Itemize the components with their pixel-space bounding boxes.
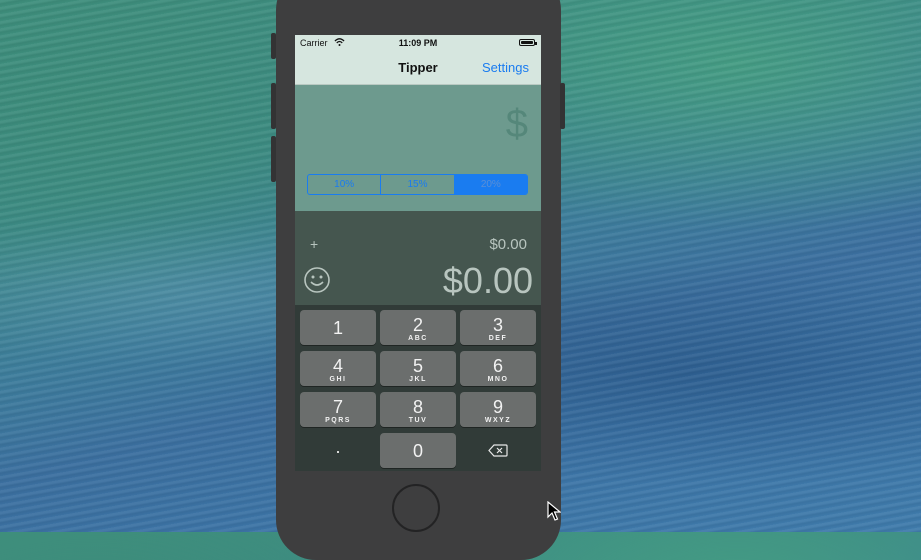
backspace-button[interactable] [460, 433, 536, 468]
key-0[interactable]: 0 [380, 433, 456, 468]
key-number: 2 [412, 315, 423, 335]
key-number: 5 [412, 356, 423, 376]
key-letters: TUV [408, 417, 428, 424]
results-area: + $0.00 $0.00 [295, 211, 541, 305]
mute-switch [271, 33, 276, 59]
volume-up-button [271, 83, 276, 129]
key-number: 9 [492, 397, 503, 417]
key-6[interactable]: 6 MNO [460, 351, 536, 386]
key-number: 4 [332, 356, 343, 376]
bill-amount-field[interactable]: $ [506, 102, 528, 147]
key-letters: PQRS [325, 417, 351, 424]
tip-amount: $0.00 [489, 236, 527, 253]
key-number: 7 [332, 397, 343, 417]
key-letters: GHI [329, 376, 347, 383]
key-letters: WXYZ [484, 417, 512, 424]
tip-option-15[interactable]: 15% [381, 175, 455, 194]
home-button[interactable] [392, 484, 440, 532]
status-bar: Carrier 11:09 PM [295, 35, 541, 51]
key-letters: DEF [488, 335, 508, 342]
key-letters: MNO [487, 376, 509, 383]
status-time: 11:09 PM [398, 38, 438, 48]
key-decimal[interactable]: . [300, 433, 376, 468]
key-9[interactable]: 9 WXYZ [460, 392, 536, 427]
plus-sign: + [310, 236, 319, 252]
key-number: 8 [412, 397, 423, 417]
key-number: 3 [492, 315, 503, 335]
tip-percentage-control: 10% 15% 20% [307, 174, 528, 195]
settings-button[interactable]: Settings [482, 60, 529, 75]
key-number: 6 [492, 356, 503, 376]
volume-down-button [271, 136, 276, 182]
key-3[interactable]: 3 DEF [460, 310, 536, 345]
key-7[interactable]: 7 PQRS [300, 392, 376, 427]
tip-option-10[interactable]: 10% [308, 175, 382, 194]
key-5[interactable]: 5 JKL [380, 351, 456, 386]
power-button [560, 83, 565, 129]
bill-entry-area[interactable]: $ 10% 15% 20% [295, 85, 541, 211]
navigation-bar: Tipper Settings [295, 51, 541, 85]
key-1[interactable]: 1 [300, 310, 376, 345]
key-8[interactable]: 8 TUV [380, 392, 456, 427]
numeric-keypad: 1 2 ABC 3 DEF 4 GHI 5 JKL 6 MNO 7 PQRS 8… [295, 305, 541, 471]
backspace-icon [488, 444, 508, 457]
key-2[interactable]: 2 ABC [380, 310, 456, 345]
key-letters: JKL [409, 376, 427, 383]
smiley-icon [304, 267, 330, 293]
tip-option-20[interactable]: 20% [454, 175, 527, 194]
total-amount: $0.00 [442, 260, 533, 301]
app-screen: Carrier 11:09 PM Tipper Settings $ 10% 1… [295, 35, 541, 471]
key-letters: ABC [408, 335, 428, 342]
key-number: 1 [332, 318, 343, 338]
key-number: 0 [412, 441, 423, 461]
key-number: . [335, 437, 341, 457]
key-4[interactable]: 4 GHI [300, 351, 376, 386]
mouse-pointer-icon [547, 501, 561, 521]
battery-icon [519, 39, 537, 46]
